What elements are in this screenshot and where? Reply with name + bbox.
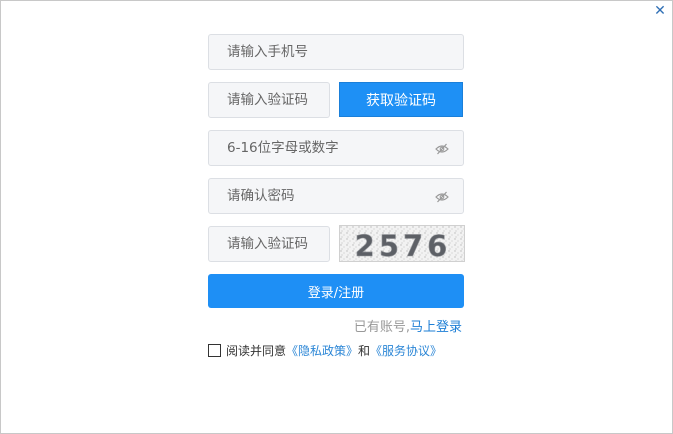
captcha-input[interactable] <box>227 236 329 252</box>
phone-input[interactable] <box>227 44 463 60</box>
service-agreement-link[interactable]: 《服务协议》 <box>370 342 442 359</box>
get-sms-code-button[interactable]: 获取验证码 <box>339 82 463 117</box>
phone-field[interactable] <box>208 34 464 70</box>
login-register-button[interactable]: 登录/注册 <box>208 274 464 308</box>
eye-hidden-icon[interactable] <box>435 142 449 156</box>
eye-hidden-icon[interactable] <box>435 190 449 204</box>
login-now-link[interactable]: 马上登录 <box>410 320 462 335</box>
sms-code-input[interactable] <box>227 92 329 108</box>
close-icon[interactable]: ✕ <box>652 3 668 19</box>
confirm-password-input[interactable] <box>227 188 463 204</box>
login-prompt: 已有账号,马上登录 <box>354 316 462 335</box>
login-prompt-text: 已有账号, <box>353 320 410 335</box>
captcha-text: 2576 <box>355 229 452 262</box>
confirm-password-field[interactable] <box>208 178 464 214</box>
sms-code-field[interactable] <box>208 82 330 118</box>
password-field[interactable] <box>208 130 464 166</box>
password-input[interactable] <box>227 140 463 156</box>
agreement-row: 阅读并同意 《隐私政策》 和 《服务协议》 <box>208 342 442 359</box>
captcha-field[interactable] <box>208 226 330 262</box>
agreement-prefix: 阅读并同意 <box>226 344 287 358</box>
agreement-conjunction: 和 <box>358 344 371 358</box>
privacy-policy-link[interactable]: 《隐私政策》 <box>286 342 358 359</box>
agree-checkbox[interactable] <box>208 344 221 357</box>
captcha-image[interactable]: 2576 <box>339 225 465 262</box>
register-dialog: ✕ 获取验证码 <box>0 0 673 434</box>
